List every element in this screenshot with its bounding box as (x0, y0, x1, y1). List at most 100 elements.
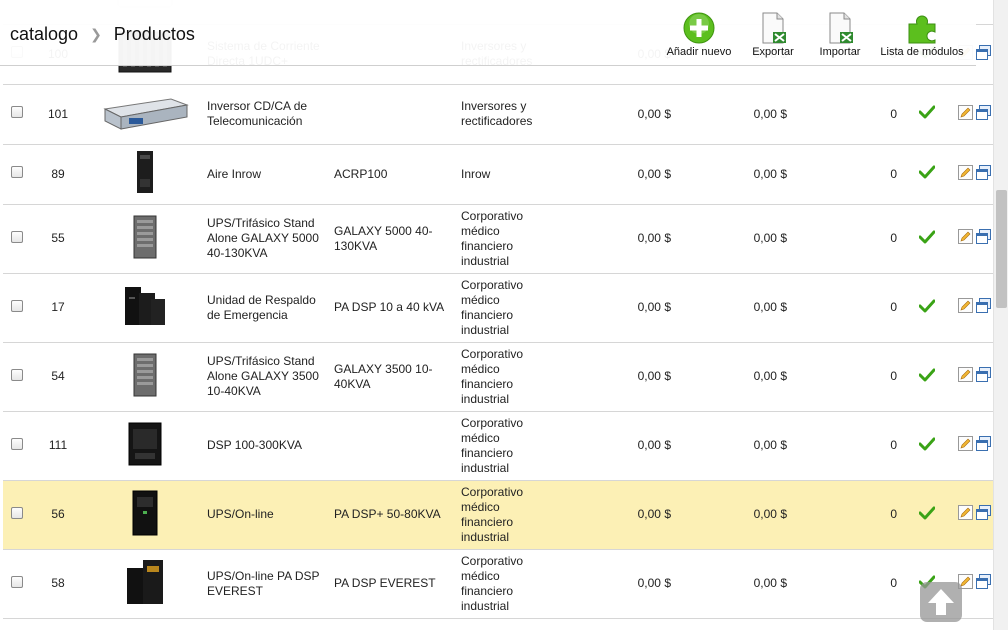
product-row[interactable]: 101 Inversor CD/CA de Telecomunicación Inv… (3, 84, 993, 145)
row-select-cell (3, 84, 29, 145)
edit-icon[interactable] (957, 164, 973, 184)
row-checkbox[interactable] (11, 166, 23, 178)
product-base-price: 0,00 $ (577, 411, 677, 481)
arrow-up-icon (928, 589, 954, 615)
duplicate-icon[interactable] (976, 229, 991, 248)
product-row[interactable]: 111 DSP 100-300KVA Corporativo médico fina… (3, 411, 993, 481)
status-cell (903, 342, 951, 412)
add-new-label: Añadir nuevo (666, 46, 732, 58)
active-check-icon[interactable] (918, 230, 936, 247)
product-category: Inrow (457, 144, 577, 205)
active-check-icon[interactable] (918, 368, 936, 385)
export-label: Exportar (752, 46, 794, 58)
duplicate-icon[interactable] (976, 104, 991, 124)
import-button[interactable]: Importar (814, 12, 866, 58)
row-checkbox[interactable] (11, 230, 23, 243)
product-category: Corporativo médico financiero industrial (457, 204, 577, 274)
edit-icon[interactable] (957, 298, 973, 317)
product-row[interactable]: 58 UPS/On-line PA DSP EVEREST PA DSP EVERE… (3, 549, 993, 619)
product-image-cell (87, 549, 203, 619)
product-name: UPS/Trifásico Stand Alone GALAXY 3500 10… (203, 342, 330, 412)
product-quantity: 0 (791, 342, 903, 412)
duplicate-icon[interactable] (976, 574, 991, 593)
active-check-icon[interactable] (918, 299, 936, 316)
scroll-to-top-button[interactable] (920, 582, 962, 622)
product-image-cell (87, 342, 203, 412)
product-quantity: 0 (791, 411, 903, 481)
edit-icon[interactable] (957, 436, 973, 455)
product-final-price: 0,00 $ (677, 342, 791, 412)
status-cell (903, 84, 951, 145)
product-category: Inversores y rectificadores (457, 84, 577, 145)
product-id: 54 (29, 342, 87, 412)
product-thumbnail (125, 558, 165, 610)
module-list-button[interactable]: Lista de módulos (878, 12, 966, 58)
product-image-cell (87, 273, 203, 343)
product-thumbnail (129, 489, 161, 541)
product-id: 101 (29, 84, 87, 145)
product-id: 58 (29, 549, 87, 619)
row-checkbox[interactable] (11, 106, 23, 118)
active-check-icon[interactable] (918, 105, 936, 122)
product-row[interactable]: 56 UPS/On-line PA DSP+ 50-80KVA Corporativo… (3, 480, 993, 550)
duplicate-icon[interactable] (976, 164, 991, 184)
product-category: Corporativo médico financiero industrial (457, 480, 577, 550)
edit-icon[interactable] (957, 229, 973, 248)
duplicate-icon[interactable] (976, 505, 991, 524)
row-select-cell (3, 411, 29, 481)
active-check-icon[interactable] (918, 437, 936, 454)
product-image-cell (87, 411, 203, 481)
product-quantity: 0 (791, 84, 903, 145)
product-thumbnail (121, 283, 169, 333)
actions-cell (951, 204, 993, 274)
product-category: Corporativo médico financiero industrial (457, 342, 577, 412)
duplicate-icon[interactable] (976, 367, 991, 386)
edit-icon[interactable] (957, 505, 973, 524)
product-thumbnail (128, 214, 162, 264)
active-check-icon[interactable] (918, 506, 936, 523)
product-base-price: 0,00 $ (577, 204, 677, 274)
product-row[interactable]: 55 UPS/Trifásico Stand Alone GALAXY 5000 … (3, 204, 993, 274)
product-table-wrapper: 85Compu MateCME-312montaje en pared0,00 … (3, 0, 993, 619)
actions-cell (951, 411, 993, 481)
product-row[interactable]: 17 Unidad de Respaldo de Emergencia PA DSP… (3, 273, 993, 343)
duplicate-icon[interactable] (976, 44, 991, 64)
edit-icon[interactable] (957, 367, 973, 386)
duplicate-icon[interactable] (976, 298, 991, 317)
export-excel-icon (762, 12, 786, 44)
product-image-cell (87, 144, 203, 205)
breadcrumb-parent[interactable]: catalogo (10, 24, 78, 45)
product-name: UPS/Trifásico Stand Alone GALAXY 5000 40… (203, 204, 330, 274)
product-row[interactable]: 54 UPS/Trifásico Stand Alone GALAXY 3500 … (3, 342, 993, 412)
actions-cell (951, 144, 993, 205)
add-new-button[interactable]: Añadir nuevo (664, 12, 734, 58)
export-button[interactable]: Exportar (746, 12, 800, 58)
actions-cell (951, 342, 993, 412)
product-reference: PA DSP+ 50-80KVA (330, 480, 457, 550)
actions-cell (951, 84, 993, 145)
chevron-right-icon: ❯ (90, 26, 102, 42)
scrollbar-thumb[interactable] (996, 190, 1007, 308)
product-image-cell (87, 204, 203, 274)
product-row[interactable]: 89 Aire Inrow ACRP100 Inrow 0,00 $0,00 $0 (3, 144, 993, 205)
row-checkbox[interactable] (11, 437, 23, 450)
duplicate-icon[interactable] (976, 436, 991, 455)
row-checkbox[interactable] (11, 368, 23, 381)
active-check-icon[interactable] (918, 165, 936, 182)
product-final-price: 0,00 $ (677, 549, 791, 619)
edit-icon[interactable] (957, 104, 973, 124)
row-checkbox[interactable] (11, 299, 23, 312)
product-category: Corporativo médico financiero industrial (457, 549, 577, 619)
row-checkbox[interactable] (11, 575, 23, 588)
product-name: UPS/On-line (203, 480, 330, 550)
product-category: Corporativo médico financiero industrial (457, 273, 577, 343)
add-circle-icon (683, 12, 715, 44)
duplicate-icon[interactable] (976, 0, 991, 2)
product-table: 85Compu MateCME-312montaje en pared0,00 … (3, 0, 993, 619)
row-checkbox[interactable] (11, 506, 23, 519)
product-base-price: 0,00 $ (577, 342, 677, 412)
vertical-scrollbar[interactable] (993, 0, 1008, 630)
puzzle-piece-icon (908, 15, 936, 44)
product-reference: GALAXY 5000 40-130KVA (330, 204, 457, 274)
status-cell (903, 204, 951, 274)
